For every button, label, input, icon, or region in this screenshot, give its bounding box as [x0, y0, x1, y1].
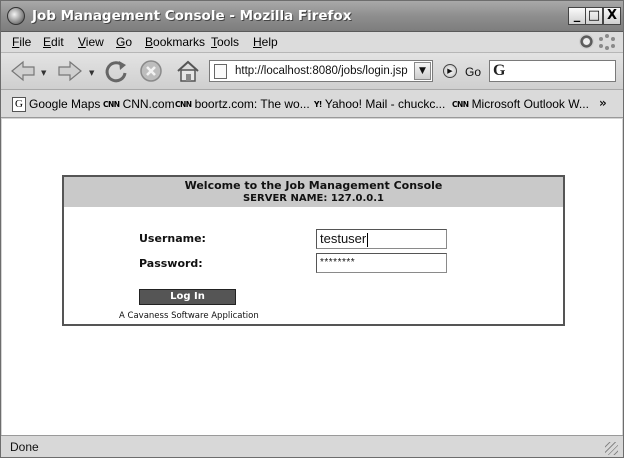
title-bar: Job Management Console - Mozilla Firefox… [1, 1, 623, 32]
username-label: Username: [139, 232, 206, 245]
bookmark-label: CNN.com [122, 97, 175, 111]
password-input[interactable]: ******** [316, 253, 447, 273]
firefox-icon [7, 7, 25, 25]
password-label: Password: [139, 257, 203, 270]
bookmark-label: Yahoo! Mail - chuckc... [324, 97, 446, 111]
address-bar[interactable]: http://localhost:8080/jobs/login.jsp ▼ [209, 60, 433, 82]
browser-window: Job Management Console - Mozilla Firefox… [0, 0, 624, 458]
username-input[interactable]: testuser [316, 229, 447, 249]
home-icon[interactable] [175, 58, 201, 84]
menu-tools[interactable]: Tools [211, 35, 239, 49]
throbber-icon [599, 34, 615, 50]
forward-history-chevron-icon[interactable]: ▼ [89, 69, 94, 77]
bookmark-google-maps[interactable]: G Google Maps [12, 97, 101, 113]
bookmark-yahoo-mail[interactable]: Y! Yahoo! Mail - chuckc... [314, 97, 445, 111]
bookmarks-overflow-chevron-icon[interactable]: » [599, 96, 607, 110]
bookmark-label: Microsoft Outlook W... [471, 97, 589, 111]
search-engine-google-icon[interactable]: G [493, 62, 505, 80]
status-text: Done [10, 440, 39, 454]
address-dropdown-button[interactable]: ▼ [414, 62, 431, 80]
google-bookmark-icon: G [12, 97, 26, 113]
cnn-bookmark-icon: CNN [103, 100, 120, 110]
bookmark-boortz[interactable]: CNN boortz.com: The wo... [175, 97, 310, 111]
cnn-bookmark-icon: CNN [175, 100, 192, 110]
menu-view[interactable]: View [78, 35, 104, 49]
bookmarks-toolbar: G Google Maps CNN CNN.com CNN boortz.com: T… [1, 90, 623, 118]
page-icon [214, 64, 227, 79]
update-icon[interactable] [579, 34, 594, 49]
menu-bookmarks[interactable]: Bookmarks [145, 35, 205, 49]
maximize-button[interactable]: □ [585, 7, 603, 25]
bookmark-label: boortz.com: The wo... [194, 97, 310, 111]
menu-help[interactable]: Help [253, 35, 278, 49]
window-title: Job Management Console - Mozilla Firefox [32, 8, 352, 24]
footer-note: A Cavaness Software Application [119, 311, 259, 321]
stop-icon[interactable] [139, 59, 163, 83]
navigation-toolbar: ▼ ▼ http://localhost:8080/jobs/login.jsp… [1, 53, 623, 90]
page-title: Welcome to the Job Management Console [184, 179, 443, 192]
bookmark-outlook[interactable]: CNN Microsoft Outlook W... [452, 97, 589, 111]
back-history-chevron-icon[interactable]: ▼ [41, 69, 46, 77]
cnn-bookmark-icon: CNN [452, 100, 469, 110]
back-arrow-icon[interactable] [10, 60, 36, 82]
text-caret [367, 232, 369, 247]
address-input[interactable]: http://localhost:8080/jobs/login.jsp [235, 65, 408, 77]
bookmark-cnn[interactable]: CNN CNN.com [103, 97, 175, 111]
reload-icon[interactable] [103, 58, 129, 84]
status-bar: Done [1, 435, 623, 457]
server-name: SERVER NAME: 127.0.0.1 [242, 193, 384, 204]
close-button[interactable]: X [603, 7, 621, 25]
go-icon[interactable]: ▶ [443, 64, 457, 78]
search-bar[interactable]: G [489, 60, 616, 82]
menu-bar: File Edit View Go Bookmarks Tools Help [1, 32, 623, 53]
menu-file[interactable]: File [12, 35, 31, 49]
resize-grip-icon[interactable] [605, 442, 618, 455]
bookmark-label: Google Maps [29, 97, 101, 111]
menu-edit[interactable]: Edit [43, 35, 64, 49]
forward-arrow-icon[interactable] [57, 60, 83, 82]
go-button[interactable]: Go [465, 65, 481, 79]
menu-go[interactable]: Go [116, 35, 132, 49]
username-value: testuser [320, 231, 367, 246]
yahoo-bookmark-icon: Y! [314, 100, 322, 110]
login-button[interactable]: Log In [139, 289, 236, 305]
login-panel: Welcome to the Job Management Console SE… [62, 175, 565, 326]
minimize-button[interactable]: _ [568, 7, 586, 25]
panel-header: Welcome to the Job Management Console SE… [64, 177, 563, 207]
page-content: Welcome to the Job Management Console SE… [2, 119, 622, 435]
